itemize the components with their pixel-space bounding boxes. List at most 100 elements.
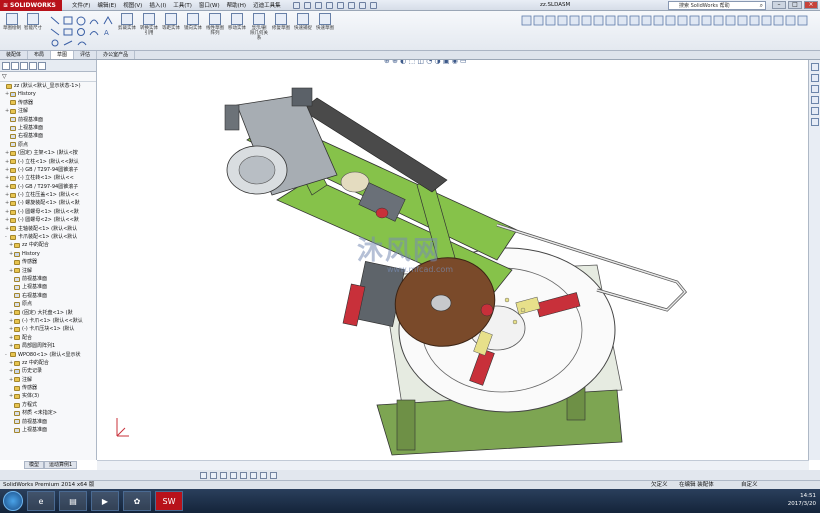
taskbar-media-icon[interactable]: ▶ xyxy=(91,491,119,511)
system-clock[interactable]: 14:51 2017/3/20 xyxy=(788,492,816,508)
close-button[interactable]: × xyxy=(804,1,818,9)
tree-item[interactable]: 前视基准面 xyxy=(1,116,96,124)
menu-item[interactable]: 编辑(E) xyxy=(97,1,116,9)
tree-item[interactable]: + 注解 xyxy=(1,107,96,115)
menu-item[interactable]: 文件(F) xyxy=(72,1,90,9)
tree-item[interactable]: + 历史记录 xyxy=(1,367,96,375)
taskbar-solidworks-icon[interactable]: SW xyxy=(155,491,183,511)
design-library-icon[interactable] xyxy=(811,74,819,82)
tree-item[interactable]: + zz 中的配合 xyxy=(1,359,96,367)
taskbar-ie-icon[interactable]: e xyxy=(27,491,55,511)
view-icon[interactable] xyxy=(240,471,247,479)
tree-item[interactable]: + (-) GB / T297-94圆锥滚子 xyxy=(1,166,96,174)
print-icon[interactable] xyxy=(325,1,333,9)
tree-item[interactable]: 右视基准面 xyxy=(1,292,96,300)
tree-item[interactable]: + (-) 立柱转<1> (默认<< xyxy=(1,174,96,182)
maximize-button[interactable]: □ xyxy=(788,1,802,9)
tree-item[interactable]: 前视基准面 xyxy=(1,418,96,426)
command-button[interactable]: 智能尺寸 xyxy=(24,13,42,47)
tab-1[interactable]: 布局 xyxy=(28,51,52,59)
tree-item[interactable]: + (-) 螺旋装配<1> (默认<默 xyxy=(1,199,96,207)
view-toolbar-icons[interactable]: ⊕ ⊕ ◐ ⬚ ◫ ◔ ◑ ▣ ◉ ▭ xyxy=(384,60,467,65)
menu-item[interactable]: 帮助(H) xyxy=(227,1,246,9)
command-button[interactable]: 快速草图 xyxy=(316,13,334,47)
tree-item[interactable]: + (-) 卡爪压块<1> (默认 xyxy=(1,325,96,333)
resources-icon[interactable] xyxy=(811,63,819,71)
tree-item[interactable]: 右视基准面 xyxy=(1,132,96,140)
tree-item[interactable]: 传感器 xyxy=(1,99,96,107)
file-explorer-icon[interactable] xyxy=(811,85,819,93)
menu-item[interactable]: 视图(V) xyxy=(123,1,142,9)
tree-item[interactable]: + 实体(3) xyxy=(1,392,96,400)
tab-model[interactable]: 模型 xyxy=(24,461,45,469)
sketch-tools-icons[interactable]: A xyxy=(48,14,118,48)
tree-item[interactable]: - WPO80<1> (默认<显示状 xyxy=(1,351,96,359)
command-button[interactable]: 修复草图 xyxy=(272,13,290,47)
tree-item[interactable]: + (-) 立柱压盖<1> (默认<< xyxy=(1,191,96,199)
tree-item[interactable]: + (-) 圆螺母<1> (默认<<默 xyxy=(1,208,96,216)
appearances-icon[interactable] xyxy=(811,107,819,115)
taskbar-explorer-icon[interactable]: ▤ xyxy=(59,491,87,511)
view-icon[interactable] xyxy=(220,471,227,479)
command-button[interactable]: 显示/删除几何关系 xyxy=(250,13,268,47)
tree-item[interactable]: 原点 xyxy=(1,300,96,308)
tree-item[interactable]: + zz 中的配合 xyxy=(1,241,96,249)
tree-item[interactable]: + (-) 卡爪<1> (默认<<默认 xyxy=(1,317,96,325)
tree-item[interactable]: 方程式 xyxy=(1,401,96,409)
tree-item[interactable]: + History xyxy=(1,90,96,98)
command-button[interactable]: 转换实体引用 xyxy=(140,13,158,47)
view-icon[interactable] xyxy=(210,471,217,479)
start-button[interactable] xyxy=(3,491,23,511)
tab-motion-study[interactable]: 运动算例1 xyxy=(44,461,78,469)
horizontal-scrollbar[interactable] xyxy=(97,460,809,470)
tree-item[interactable]: + (-) 圆螺母<2> (默认<<默 xyxy=(1,216,96,224)
select-icon[interactable] xyxy=(347,1,355,9)
solidworks-logo[interactable]: ≋ SOLIDWORKS xyxy=(0,0,62,11)
search-icon[interactable]: ⌕ xyxy=(760,2,763,10)
tree-item[interactable]: 上视基准面 xyxy=(1,124,96,132)
menu-item[interactable]: 窗口(W) xyxy=(199,1,220,9)
tab-0[interactable]: 装配体 xyxy=(0,51,29,59)
help-search-input[interactable]: 搜索 SolidWorks 帮助 ⌕ xyxy=(668,1,766,10)
tree-item[interactable]: 材质 <未指定> xyxy=(1,409,96,417)
command-button[interactable]: 快速捕捉 xyxy=(294,13,312,47)
tree-item[interactable]: + 配合 xyxy=(1,334,96,342)
view-icon[interactable] xyxy=(270,471,277,479)
view-icon[interactable] xyxy=(230,471,237,479)
options-icon[interactable] xyxy=(369,1,377,9)
custom-properties-icon[interactable] xyxy=(811,118,819,126)
command-button[interactable]: 剪裁实体 xyxy=(118,13,136,47)
tree-item[interactable]: + (固定) 大托盘<1> (默 xyxy=(1,309,96,317)
menu-item[interactable]: 插入(I) xyxy=(149,1,166,9)
tree-item[interactable]: 上视基准面 xyxy=(1,283,96,291)
save-icon[interactable] xyxy=(314,1,322,9)
tree-item[interactable]: - 卡爪装配<1> (默认<默认 xyxy=(1,233,96,241)
menu-item[interactable]: 工具(T) xyxy=(173,1,192,9)
view-icon[interactable] xyxy=(250,471,257,479)
view-icon[interactable] xyxy=(200,471,207,479)
tree-item[interactable]: + (-) 立柱<1> (默认<<默认 xyxy=(1,158,96,166)
open-icon[interactable] xyxy=(303,1,311,9)
display-manager-icon[interactable] xyxy=(38,62,46,70)
command-button[interactable]: 镜向实体 xyxy=(184,13,202,47)
new-icon[interactable] xyxy=(292,1,300,9)
dim-xpert-icon[interactable] xyxy=(29,62,37,70)
undo-icon[interactable] xyxy=(336,1,344,9)
tree-item[interactable]: 传感器 xyxy=(1,258,96,266)
taskbar-app-icon[interactable]: ✿ xyxy=(123,491,151,511)
feature-tree-icon[interactable] xyxy=(2,62,10,70)
tab-3[interactable]: 评估 xyxy=(74,51,98,59)
rebuild-icon[interactable] xyxy=(358,1,366,9)
evaluate-toolbar-icons[interactable] xyxy=(520,14,810,30)
menu-item[interactable]: 迈迪工具集 xyxy=(253,1,281,9)
tree-item[interactable]: + History xyxy=(1,250,96,258)
tree-item[interactable]: + (-) GB / T297-94圆锥滚子 xyxy=(1,183,96,191)
command-button[interactable]: 移动实体 xyxy=(228,13,246,47)
command-button[interactable]: 草图绘制 xyxy=(3,13,21,47)
tree-item[interactable]: + 注解 xyxy=(1,376,96,384)
property-manager-icon[interactable] xyxy=(11,62,19,70)
assembly-model[interactable]: ⊕ ⊕ ◐ ⬚ ◫ ◔ ◑ ▣ ◉ ▭ xyxy=(97,60,809,460)
tree-item[interactable]: + (固定) 主架<1> (默认<按 xyxy=(1,149,96,157)
tab-4[interactable]: 办公室产品 xyxy=(97,51,136,59)
view-palette-icon[interactable] xyxy=(811,96,819,104)
